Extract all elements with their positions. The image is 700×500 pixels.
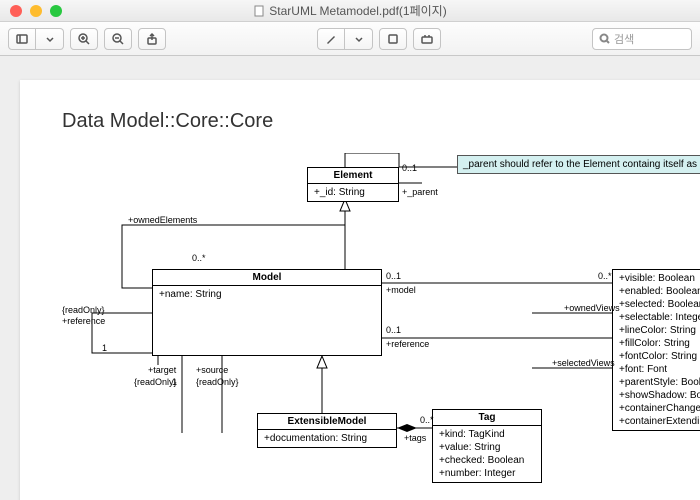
search-icon [599,33,610,44]
label-tags: +tags [404,433,426,443]
view-dropdown-button[interactable] [36,28,64,50]
highlight-button[interactable] [317,28,345,50]
label-mult: 0..* [192,253,206,263]
page-title: Data Model::Core::Core [62,110,700,133]
label-parent: +_parent [402,187,438,197]
pdf-page: Data Model::Core::Core [20,80,700,500]
titlebar: StarUML Metamodel.pdf(1페이지) [0,0,700,22]
label-owned-views: +ownedViews [564,303,620,313]
view-mode-group [8,28,64,50]
label-mult: 0..1 [386,271,401,281]
toolbar: 검색 [0,22,700,56]
label-reference: +reference [386,339,429,349]
share-button[interactable] [138,28,166,50]
label-target: +target [148,365,176,375]
label-owned-elements: +ownedElements [128,215,197,225]
label-selected-views: +selectedViews [552,358,615,368]
label-readonly: {readOnly} [134,377,177,387]
zoom-icon[interactable] [50,5,62,17]
sidebar-button[interactable] [8,28,36,50]
label-mult: 0..* [598,271,612,281]
label-model: +model [386,285,416,295]
label-mult: 0..* [420,415,434,425]
class-view: +visible: Boolean +enabled: Boolean +sel… [612,269,700,431]
zoom-in-button[interactable] [70,28,98,50]
document-viewport[interactable]: Data Model::Core::Core [0,56,700,500]
label-one: 1 [172,377,177,387]
close-icon[interactable] [10,5,22,17]
label-reference: +reference [62,316,105,326]
pdf-icon [253,5,265,17]
search-input[interactable]: 검색 [592,28,692,50]
zoom-out-button[interactable] [104,28,132,50]
class-element: Element +_id: String [307,167,399,202]
minimize-icon[interactable] [30,5,42,17]
markup-button[interactable] [413,28,441,50]
window-controls [10,5,62,17]
class-extensible-model: ExtensibleModel +documentation: String [257,413,397,448]
highlight-dropdown-button[interactable] [345,28,373,50]
rotate-button[interactable] [379,28,407,50]
class-tag: Tag +kind: TagKind +value: String +check… [432,409,542,483]
uml-note: _parent should refer to the Element cont… [457,155,700,174]
annotate-group [317,28,373,50]
label-readonly: {readOnly} [62,305,105,315]
label-source: +source [196,365,228,375]
label-one: 1 [102,343,107,353]
label-readonly: {readOnly} [196,377,239,387]
label-mult: 0..1 [386,325,401,335]
class-model: Model +name: String [152,269,382,356]
label-mult: 0..1 [402,163,417,173]
window-title: StarUML Metamodel.pdf(1페이지) [253,2,446,19]
